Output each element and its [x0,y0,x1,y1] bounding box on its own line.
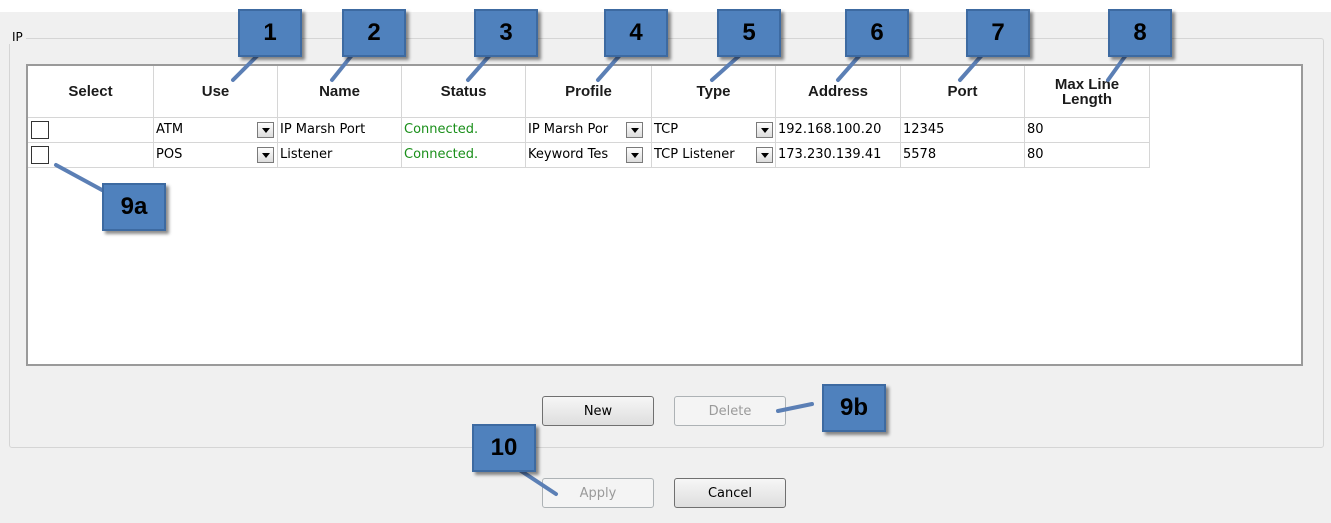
cancel-button[interactable]: Cancel [674,478,786,508]
callout-3: 3 [474,9,538,57]
type-dropdown[interactable]: TCP [652,118,776,143]
delete-button[interactable]: Delete [674,396,786,426]
callout-9a: 9a [102,183,166,231]
column-header-status[interactable]: Status [402,66,526,118]
apply-button[interactable]: Apply [542,478,654,508]
name-cell[interactable]: IP Marsh Port [278,118,402,143]
address-cell[interactable]: 192.168.100.20 [776,118,901,143]
column-header-address[interactable]: Address [776,66,901,118]
callout-1: 1 [238,9,302,57]
type-value: TCP [654,122,679,137]
callout-6: 6 [845,9,909,57]
callout-9b: 9b [822,384,886,432]
chevron-down-icon[interactable] [257,122,274,138]
callout-10: 10 [472,424,536,472]
port-cell[interactable]: 12345 [901,118,1025,143]
column-header-name[interactable]: Name [278,66,402,118]
max-line-length-cell[interactable]: 80 [1025,118,1150,143]
column-header-type[interactable]: Type [652,66,776,118]
chevron-down-icon[interactable] [756,147,773,163]
chevron-down-icon[interactable] [756,122,773,138]
profile-value: IP Marsh Por [528,122,609,137]
callout-4: 4 [604,9,668,57]
name-cell[interactable]: Listener [278,143,402,168]
row-checkbox[interactable] [31,146,49,164]
use-dropdown[interactable]: ATM [154,118,278,143]
type-value: TCP Listener [654,147,735,162]
callout-7: 7 [966,9,1030,57]
max-line-length-cell[interactable]: 80 [1025,143,1150,168]
table-row-select-cell [28,143,154,168]
chevron-down-icon[interactable] [626,122,643,138]
profile-dropdown[interactable]: Keyword Tes [526,143,652,168]
chevron-down-icon[interactable] [626,147,643,163]
callout-8: 8 [1108,9,1172,57]
column-header-max-line-length[interactable]: Max Line Length [1025,66,1150,118]
status-cell: Connected. [402,118,526,143]
use-dropdown[interactable]: POS [154,143,278,168]
callout-5: 5 [717,9,781,57]
connections-grid: Select Use Name Status Profile Type Addr… [26,64,1303,366]
profile-value: Keyword Tes [528,147,609,162]
callout-2: 2 [342,9,406,57]
status-cell: Connected. [402,143,526,168]
column-header-profile[interactable]: Profile [526,66,652,118]
column-header-port[interactable]: Port [901,66,1025,118]
column-header-use[interactable]: Use [154,66,278,118]
column-header-select[interactable]: Select [28,66,154,118]
table-row-select-cell [28,118,154,143]
profile-dropdown[interactable]: IP Marsh Por [526,118,652,143]
chevron-down-icon[interactable] [257,147,274,163]
use-value: POS [156,147,183,162]
address-cell[interactable]: 173.230.139.41 [776,143,901,168]
new-button[interactable]: New [542,396,654,426]
port-cell[interactable]: 5578 [901,143,1025,168]
use-value: ATM [156,122,184,137]
group-title: IP [9,30,26,44]
row-checkbox[interactable] [31,121,49,139]
type-dropdown[interactable]: TCP Listener [652,143,776,168]
